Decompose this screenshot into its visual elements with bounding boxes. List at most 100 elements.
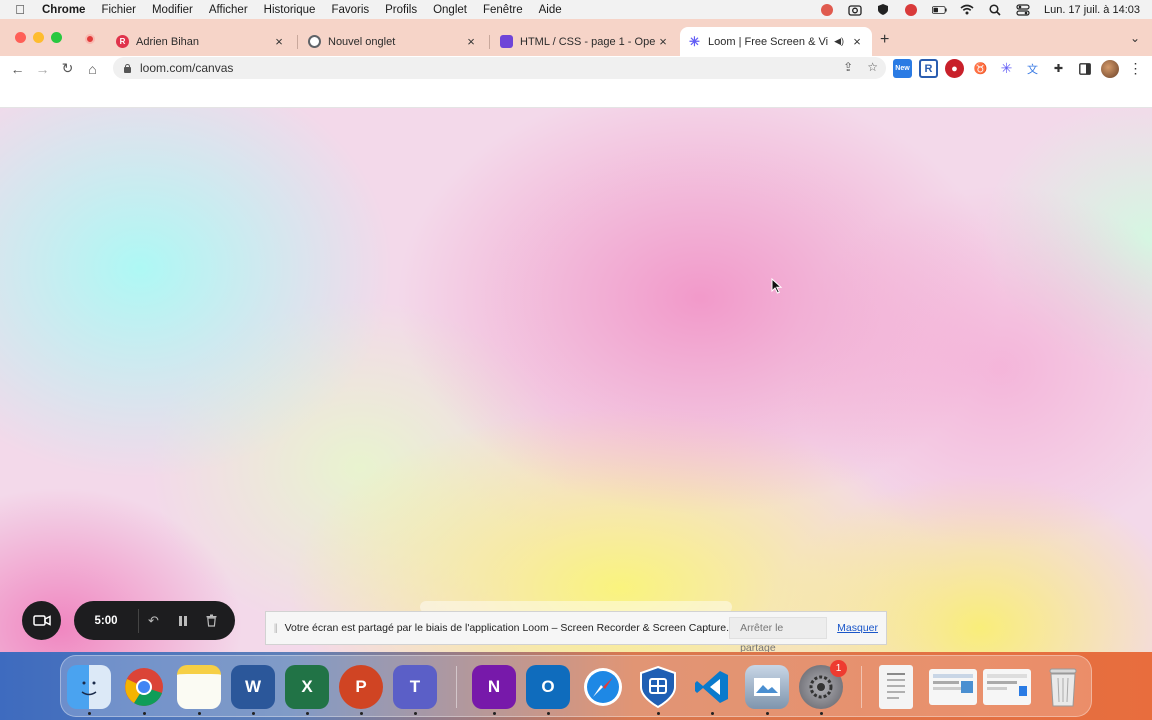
menu-app-chrome[interactable]: Chrome bbox=[40, 4, 93, 16]
window-controls bbox=[15, 32, 62, 43]
excel-icon[interactable]: X bbox=[285, 665, 329, 709]
address-bar[interactable]: loom.com/canvas ⇪ ☆ bbox=[113, 57, 886, 79]
camera-status-icon[interactable] bbox=[848, 3, 863, 16]
menu-fenetre[interactable]: Fenêtre bbox=[475, 4, 531, 16]
menu-favoris[interactable]: Favoris bbox=[323, 4, 377, 16]
chrome-tab-bar: R Adrien Bihan × Nouvel onglet × HTML / … bbox=[0, 19, 1152, 56]
macos-menu-bar:  Chrome Fichier Modifier Afficher Histo… bbox=[0, 0, 1152, 19]
back-button[interactable]: ← bbox=[5, 61, 30, 77]
tab-title: Adrien Bihan bbox=[136, 35, 199, 48]
vpn-status-icon[interactable] bbox=[876, 3, 891, 16]
chrome-icon[interactable] bbox=[122, 665, 166, 709]
rectangle-extension-icon[interactable]: R bbox=[919, 59, 938, 78]
address-url[interactable]: loom.com/canvas bbox=[140, 61, 233, 75]
running-indicator bbox=[711, 712, 714, 715]
new-extension-icon[interactable]: New bbox=[893, 59, 912, 78]
safari-icon[interactable] bbox=[581, 665, 625, 709]
running-indicator bbox=[252, 712, 255, 715]
running-indicator bbox=[820, 712, 823, 715]
lock-icon[interactable] bbox=[123, 63, 132, 73]
running-indicator bbox=[414, 712, 417, 715]
word-icon[interactable]: W bbox=[231, 665, 275, 709]
spotlight-search-icon[interactable] bbox=[988, 3, 1003, 16]
close-window-button[interactable] bbox=[15, 32, 26, 43]
loom-status-icon[interactable] bbox=[820, 3, 835, 16]
vscode-icon[interactable] bbox=[690, 665, 734, 709]
menu-historique[interactable]: Historique bbox=[256, 4, 324, 16]
menu-afficher[interactable]: Afficher bbox=[201, 4, 256, 16]
menubar-clock[interactable]: Lun. 17 juil. à 14:03 bbox=[1044, 4, 1140, 16]
page-header-blank bbox=[0, 81, 1152, 108]
tab-favicon-icon bbox=[500, 35, 513, 48]
screenshot-thumbnail-icon[interactable] bbox=[929, 669, 977, 705]
finder-icon[interactable] bbox=[67, 665, 111, 709]
tab-openclassrooms[interactable]: HTML / CSS - page 1 - OpenCl × bbox=[492, 27, 678, 56]
extensions-row: New R ● ♉ ✳ 文 ✚ ⋮ bbox=[893, 59, 1145, 78]
recent-document-icon[interactable] bbox=[879, 665, 913, 709]
chrome-menu-icon[interactable]: ⋮ bbox=[1126, 59, 1145, 78]
vpn-shield-icon[interactable] bbox=[636, 665, 680, 709]
pause-icon[interactable] bbox=[168, 615, 197, 627]
outlook-icon[interactable]: O bbox=[526, 665, 570, 709]
reload-button[interactable]: ↻ bbox=[55, 60, 80, 77]
menu-fichier[interactable]: Fichier bbox=[93, 4, 144, 16]
tab-loom-active[interactable]: ✳ Loom | Free Screen & Vide ◀) × bbox=[680, 27, 872, 56]
new-tab-button[interactable]: + bbox=[880, 31, 889, 49]
side-panel-icon[interactable] bbox=[1075, 59, 1094, 78]
forward-button[interactable]: → bbox=[30, 61, 55, 77]
tab-close-icon[interactable]: × bbox=[850, 34, 864, 49]
extension-status-icon[interactable] bbox=[904, 3, 919, 16]
menu-profils[interactable]: Profils bbox=[377, 4, 425, 16]
wifi-icon[interactable] bbox=[960, 3, 975, 16]
camera-toggle-button[interactable] bbox=[22, 601, 61, 640]
translate-extension-icon[interactable]: 文 bbox=[1023, 59, 1042, 78]
loom-favicon-icon: ✳ bbox=[689, 33, 700, 49]
tab-title: Nouvel onglet bbox=[328, 35, 396, 48]
battery-icon[interactable] bbox=[931, 3, 947, 16]
address-actions: ⇪ ☆ bbox=[843, 60, 878, 74]
powerpoint-icon[interactable]: P bbox=[339, 665, 383, 709]
tab-audio-icon[interactable]: ◀) bbox=[834, 36, 844, 47]
pink-extension-icon[interactable]: ♉ bbox=[971, 59, 990, 78]
screenshot-thumbnail-icon[interactable] bbox=[983, 669, 1031, 705]
teams-icon[interactable]: T bbox=[393, 665, 437, 709]
menu-modifier[interactable]: Modifier bbox=[144, 4, 201, 16]
loom-extension-icon[interactable]: ✳ bbox=[997, 59, 1016, 78]
delete-trash-icon[interactable] bbox=[197, 614, 226, 627]
system-settings-icon[interactable]: 1 bbox=[799, 660, 847, 709]
trash-icon[interactable] bbox=[1041, 665, 1085, 709]
tab-search-chevron-icon[interactable]: ⌄ bbox=[1130, 31, 1140, 45]
preview-icon[interactable] bbox=[745, 665, 789, 709]
control-center-icon[interactable] bbox=[1016, 3, 1031, 16]
menu-onglet[interactable]: Onglet bbox=[425, 4, 475, 16]
zoom-window-button[interactable] bbox=[51, 32, 62, 43]
onenote-icon[interactable]: N bbox=[472, 665, 516, 709]
tab-close-icon[interactable]: × bbox=[272, 34, 286, 49]
profile-avatar[interactable] bbox=[1101, 59, 1119, 78]
share-icon[interactable]: ⇪ bbox=[843, 60, 853, 74]
tab-close-icon[interactable]: × bbox=[656, 34, 670, 49]
undo-icon[interactable]: ↶ bbox=[139, 613, 168, 629]
running-indicator bbox=[547, 712, 550, 715]
stop-sharing-button[interactable]: Arrêter le partage bbox=[729, 617, 828, 654]
running-indicator bbox=[198, 712, 201, 715]
tab-close-icon[interactable]: × bbox=[464, 34, 478, 49]
dock-separator bbox=[456, 666, 457, 708]
tab-adrien-bihan[interactable]: R Adrien Bihan × bbox=[108, 27, 294, 56]
extensions-puzzle-icon[interactable]: ✚ bbox=[1049, 59, 1068, 78]
notes-icon[interactable] bbox=[177, 665, 221, 709]
minimize-window-button[interactable] bbox=[33, 32, 44, 43]
menu-aide[interactable]: Aide bbox=[531, 4, 570, 16]
recording-timer: 5:00 bbox=[94, 614, 118, 627]
apple-menu-icon[interactable]:  bbox=[0, 2, 40, 17]
share-message: Votre écran est partagé par le biais de … bbox=[284, 622, 730, 634]
drag-handle-icon[interactable]: || bbox=[266, 623, 285, 634]
notification-badge: 1 bbox=[830, 660, 847, 677]
tab-nouvel-onglet[interactable]: Nouvel onglet × bbox=[300, 27, 486, 56]
hide-link[interactable]: Masquer bbox=[837, 622, 878, 634]
bookmark-star-icon[interactable]: ☆ bbox=[867, 60, 878, 74]
adblock-extension-icon[interactable]: ● bbox=[945, 59, 964, 78]
tab-title: Loom | Free Screen & Vide bbox=[708, 35, 829, 48]
tab-favicon-icon bbox=[308, 35, 321, 48]
home-button[interactable]: ⌂ bbox=[80, 61, 105, 77]
